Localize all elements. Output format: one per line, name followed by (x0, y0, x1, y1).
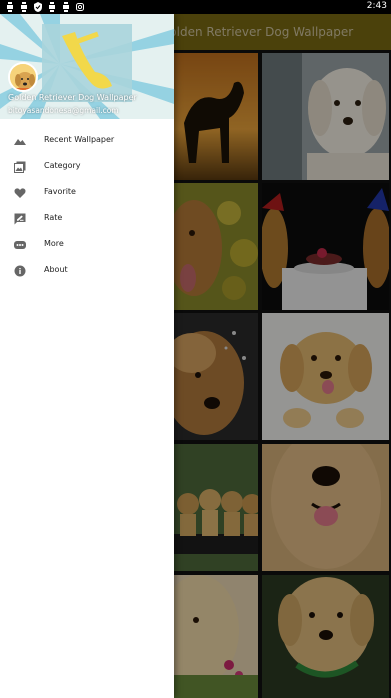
notification-icon (62, 2, 70, 12)
menu-item-label: More (44, 239, 64, 248)
menu-item-more[interactable]: More (0, 232, 174, 258)
landscape-icon (14, 135, 26, 147)
rate-review-icon (14, 213, 26, 225)
more-icon (14, 239, 26, 251)
menu-item-category[interactable]: Category (0, 154, 174, 180)
drawer-header: Golden Retriever Dog Wallpaper bitoyasan… (0, 14, 174, 119)
drawer-email: bitoyasandonesa@gmail.com (8, 106, 119, 115)
drawer-menu: Recent Wallpaper Category Favorite Rate (0, 128, 174, 284)
menu-item-recent-wallpaper[interactable]: Recent Wallpaper (0, 128, 174, 154)
menu-item-label: Favorite (44, 187, 76, 196)
heart-icon (14, 187, 26, 199)
drawer-app-title: Golden Retriever Dog Wallpaper (8, 93, 137, 102)
notification-icon (20, 2, 28, 12)
status-time: 2:43 (366, 1, 387, 11)
menu-item-about[interactable]: About (0, 258, 174, 284)
status-bar: 2:43 (0, 0, 391, 14)
menu-item-label: Recent Wallpaper (44, 135, 115, 144)
menu-item-favorite[interactable]: Favorite (0, 180, 174, 206)
status-icons (6, 2, 84, 12)
app-logo (8, 62, 38, 92)
shield-icon (34, 2, 42, 12)
notification-icon (48, 2, 56, 12)
menu-item-rate[interactable]: Rate (0, 206, 174, 232)
screen: 2:43 Golden Retriever Dog Wallpaper Gold… (0, 0, 391, 698)
navigation-drawer: Golden Retriever Dog Wallpaper bitoyasan… (0, 14, 174, 698)
notification-icon (6, 2, 14, 12)
photo-library-icon (14, 161, 26, 173)
instagram-icon (76, 2, 84, 12)
menu-item-label: About (44, 265, 68, 274)
info-icon (14, 265, 26, 277)
menu-item-label: Rate (44, 213, 63, 222)
menu-item-label: Category (44, 161, 81, 170)
